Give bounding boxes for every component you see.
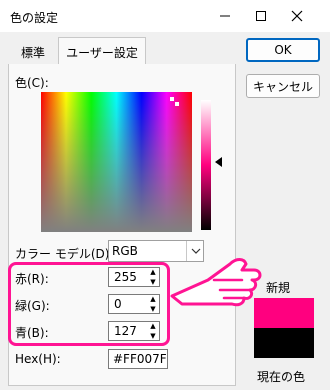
luminosity-arrow-icon[interactable] xyxy=(215,157,222,167)
new-color-label: 新規 xyxy=(266,281,291,295)
cancel-button[interactable]: キャンセル xyxy=(246,74,320,98)
color-spectrum[interactable] xyxy=(41,92,192,232)
pointing-hand-icon xyxy=(170,246,266,312)
window-title: 色の設定 xyxy=(10,11,59,25)
color-model-label: カラー モデル(D): xyxy=(15,247,114,261)
ok-button[interactable]: OK xyxy=(246,38,320,62)
rgb-highlight-box xyxy=(8,262,170,346)
spectrum-cursor[interactable] xyxy=(170,95,179,106)
minimize-icon[interactable] xyxy=(214,6,236,26)
new-color-swatch xyxy=(254,298,314,328)
color-model-value: RGB xyxy=(112,244,138,258)
luminosity-slider[interactable] xyxy=(201,100,211,230)
tab-custom[interactable]: ユーザー設定 xyxy=(58,37,146,66)
tab-standard[interactable]: 標準 xyxy=(12,40,54,64)
color-label: 色(C): xyxy=(15,76,49,90)
maximize-icon[interactable] xyxy=(250,6,272,26)
hex-value: #FF007F xyxy=(113,352,167,366)
close-icon[interactable] xyxy=(286,6,308,26)
current-color-label: 現在の色 xyxy=(257,370,306,384)
current-color-swatch xyxy=(254,328,314,358)
hex-label: Hex(H): xyxy=(15,352,61,366)
